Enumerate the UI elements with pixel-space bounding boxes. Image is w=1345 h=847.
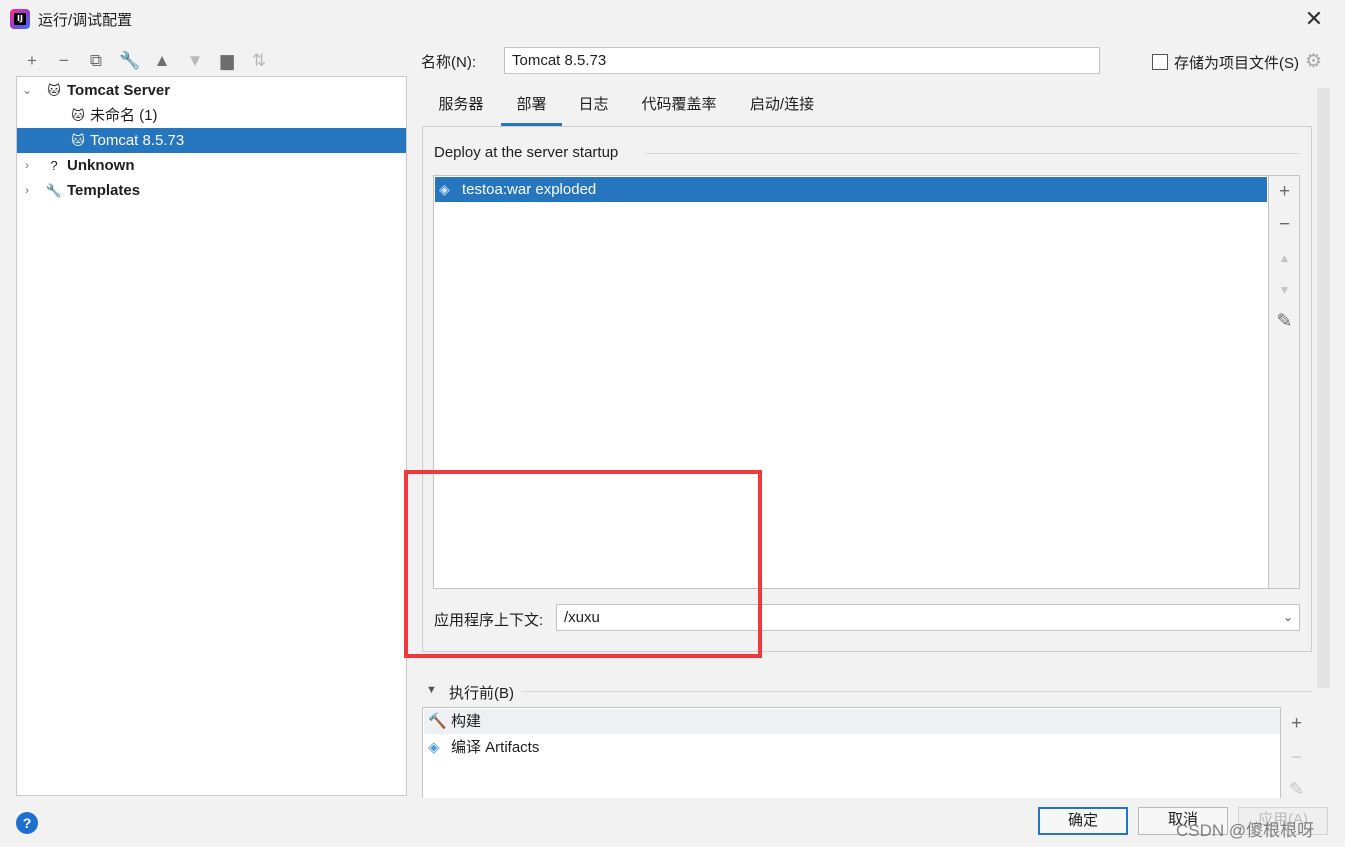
- tab-5[interactable]: 启动/连接: [738, 96, 826, 126]
- chevron-down-icon[interactable]: ⌄: [20, 78, 34, 103]
- wrench-icon: 🔧: [45, 183, 63, 198]
- list-item-label: testoa:war exploded: [462, 181, 597, 198]
- list-item[interactable]: ◈ testoa:war exploded: [435, 177, 1267, 202]
- copy-icon[interactable]: ⧉: [85, 50, 107, 72]
- before-launch-list[interactable]: 🔨 构建 ◈ 编译 Artifacts: [422, 707, 1281, 803]
- question-icon: ?: [50, 158, 58, 173]
- tree-item[interactable]: 🐱 Tomcat 8.5.73: [17, 128, 406, 153]
- before-launch-toolbar: + − ✎: [1281, 707, 1312, 803]
- list-item[interactable]: 🔨 构建: [424, 709, 1280, 734]
- add-icon[interactable]: +: [1269, 180, 1300, 204]
- move-up-icon[interactable]: ▲: [151, 50, 173, 72]
- gear-icon[interactable]: ⚙: [1305, 50, 1322, 73]
- app-icon-text: IJ: [14, 13, 26, 25]
- remove-icon[interactable]: −: [53, 50, 75, 72]
- configuration-tree[interactable]: ⌄ 🐱 Tomcat Server 🐱 未命名 (1) 🐱 Tomcat 8.5.73 ›? U…: [16, 76, 407, 796]
- title-bar: [0, 0, 1345, 38]
- artifact-icon: ◈: [439, 181, 450, 197]
- intellij-app-icon: IJ: [10, 9, 30, 29]
- scrollbar[interactable]: [1317, 88, 1330, 688]
- artifact-icon: ◈: [428, 739, 440, 756]
- move-down-icon[interactable]: ▼: [184, 50, 206, 72]
- tree-item-label: Unknown: [67, 157, 135, 174]
- chevron-right-icon[interactable]: ›: [20, 178, 34, 203]
- before-launch-title: 执行前(B): [449, 685, 514, 702]
- window-title: 运行/调试配置: [38, 12, 133, 29]
- divider: [521, 691, 1312, 692]
- close-icon[interactable]: ✕: [1300, 5, 1328, 33]
- tab-4[interactable]: 代码覆盖率: [631, 96, 727, 126]
- add-icon[interactable]: +: [1281, 712, 1312, 736]
- list-item[interactable]: ◈ 编译 Artifacts: [424, 735, 1280, 760]
- hammer-icon: 🔨: [428, 713, 447, 730]
- tree-item-label: Templates: [67, 182, 141, 199]
- list-item-label: 编译 Artifacts: [451, 739, 540, 756]
- wrench-icon[interactable]: 🔧: [119, 50, 141, 72]
- tomcat-error-icon: 🐱: [71, 108, 85, 123]
- remove-icon[interactable]: −: [1281, 745, 1312, 769]
- store-as-project-checkbox[interactable]: [1152, 54, 1168, 70]
- edit-icon[interactable]: ✎: [1269, 310, 1300, 334]
- sort-icon[interactable]: ⇅: [248, 50, 270, 72]
- tree-item-label: Tomcat 8.5.73: [90, 132, 185, 149]
- tree-item[interactable]: › 🔧 Templates: [17, 178, 406, 203]
- tab-2[interactable]: 部署: [501, 96, 562, 126]
- move-up-icon[interactable]: ▲: [1269, 246, 1300, 270]
- tree-item[interactable]: ›? Unknown: [17, 153, 406, 178]
- chevron-right-icon[interactable]: ›: [20, 153, 34, 178]
- tree-item-label: Tomcat Server: [67, 82, 171, 99]
- tree-item[interactable]: 🐱 未命名 (1): [17, 103, 406, 128]
- watermark: CSDN @傻根根呀: [1176, 821, 1315, 840]
- collapse-toggle-icon[interactable]: ▼: [426, 684, 437, 696]
- tree-item[interactable]: ⌄ 🐱 Tomcat Server: [17, 78, 406, 103]
- ok-button[interactable]: 确定: [1038, 807, 1128, 835]
- new-folder-icon[interactable]: ▆: [216, 50, 238, 72]
- name-input[interactable]: Tomcat 8.5.73: [504, 47, 1100, 74]
- tree-item-label: 未命名 (1): [90, 107, 158, 124]
- store-as-project-label[interactable]: 存储为项目文件(S): [1174, 52, 1299, 73]
- tomcat-icon: 🐱: [71, 133, 85, 148]
- list-item-label: 构建: [451, 713, 482, 730]
- add-icon[interactable]: +: [21, 50, 43, 72]
- tab-1[interactable]: 服务器: [430, 96, 492, 126]
- tomcat-icon: 🐱: [47, 83, 61, 98]
- move-down-icon[interactable]: ▼: [1269, 278, 1300, 302]
- name-label: 名称(N):: [421, 54, 476, 71]
- help-icon[interactable]: ?: [16, 812, 38, 834]
- tab-3[interactable]: 日志: [571, 96, 616, 126]
- deploy-section-title: Deploy at the server startup: [434, 144, 619, 161]
- chevron-down-icon[interactable]: ⌄: [1283, 605, 1293, 630]
- highlight-annotation-box: [404, 470, 762, 658]
- divider: [645, 153, 1300, 154]
- remove-icon[interactable]: −: [1269, 213, 1300, 237]
- deploy-list-toolbar: + − ▲ ▼ ✎: [1269, 175, 1300, 589]
